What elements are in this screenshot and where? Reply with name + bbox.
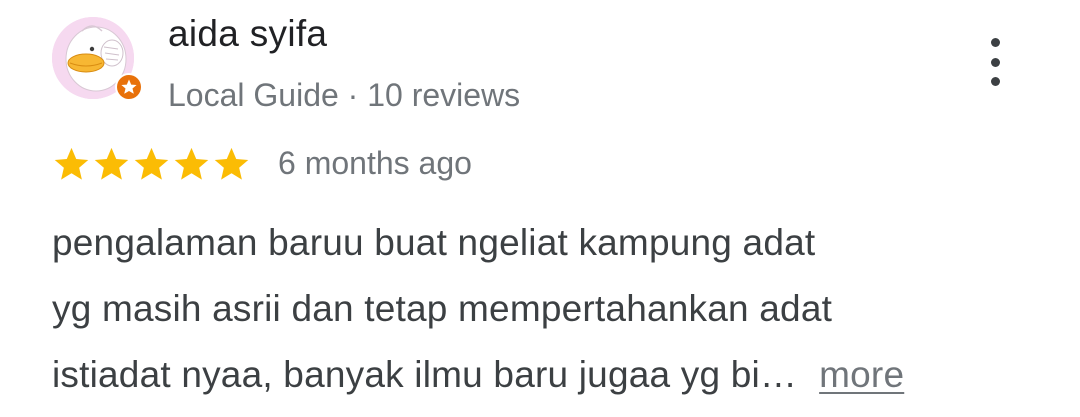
meta-separator: ·	[338, 77, 368, 113]
author-avatar[interactable]	[52, 17, 143, 101]
star-rating	[52, 144, 252, 184]
menu-dot	[990, 77, 1000, 86]
review-text-line: yg masih asrii dan tetap mempertahankan …	[52, 288, 833, 329]
star-icon	[214, 147, 249, 180]
more-link[interactable]: more	[819, 354, 904, 395]
star-icon	[134, 147, 169, 180]
review-text: pengalaman baruu buat ngeliat kampung ad…	[52, 210, 1042, 408]
local-guide-badge-icon	[114, 72, 144, 102]
author-meta: Local Guide · 10 reviews	[168, 75, 520, 115]
local-guide-label: Local Guide	[168, 77, 339, 113]
menu-dot	[990, 57, 1000, 67]
star-icon	[54, 147, 89, 180]
review-card: aida syifa Local Guide · 10 reviews 6 mo…	[0, 0, 1080, 417]
star-icon	[174, 147, 209, 180]
author-name[interactable]: aida syifa	[168, 12, 327, 56]
star-icon	[94, 147, 129, 180]
review-time: 6 months ago	[278, 145, 472, 181]
reviews-count: 10 reviews	[367, 77, 521, 113]
more-vert-icon[interactable]	[980, 38, 1010, 86]
review-text-line-content: istiadat nyaa, banyak ilmu baru jugaa yg…	[52, 354, 798, 395]
review-text-line: istiadat nyaa, banyak ilmu baru jugaa yg…	[52, 342, 1042, 408]
review-text-line: pengalaman baruu buat ngeliat kampung ad…	[52, 222, 816, 263]
menu-dot	[990, 38, 1000, 47]
